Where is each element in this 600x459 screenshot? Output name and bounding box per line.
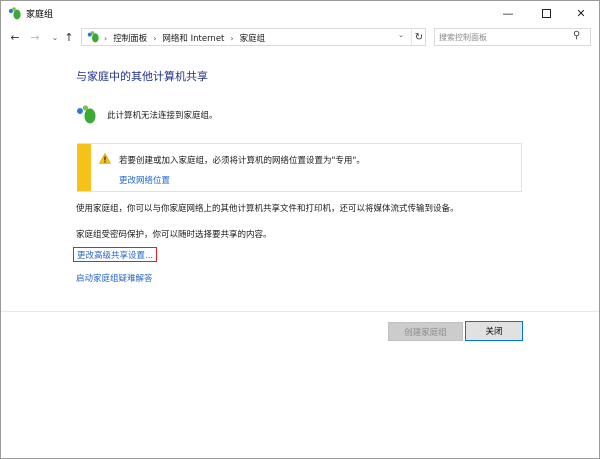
create-homegroup-button[interactable]: 创建家庭组 <box>388 322 463 341</box>
password-note: 家庭组受密码保护，你可以随时选择要共享的内容。 <box>76 230 272 240</box>
navigation-bar: ← → ⌄ ↑ › 控制面板 › 网络和 Internet › 家庭组 ⌄ ↻ … <box>1 25 599 49</box>
homegroup-icon <box>8 7 21 20</box>
warning-icon <box>99 153 111 164</box>
search-icon[interactable]: ⚲ <box>573 30 580 41</box>
homegroup-troubleshooter-link[interactable]: 启动家庭组疑难解答 <box>76 272 153 284</box>
change-advanced-sharing-link[interactable]: 更改高级共享设置... <box>73 247 158 262</box>
search-input[interactable] <box>439 30 567 44</box>
back-button[interactable]: ← <box>7 29 23 45</box>
close-button[interactable]: 关闭 <box>465 321 523 341</box>
address-bar[interactable]: › 控制面板 › 网络和 Internet › 家庭组 ⌄ ↻ <box>81 28 426 46</box>
breadcrumb-control-panel[interactable]: 控制面板 <box>113 32 147 44</box>
homegroup-icon <box>87 31 99 43</box>
description-text: 使用家庭组，你可以与你家庭网络上的其他计算机共享文件和打印机，还可以将媒体流式传… <box>76 204 459 214</box>
warning-panel: 若要创建或加入家庭组，必须将计算机的网络位置设置为"专用"。 更改网络位置 <box>77 143 522 192</box>
forward-button[interactable]: → <box>27 29 43 45</box>
maximize-icon <box>541 8 551 18</box>
breadcrumb: › 控制面板 › 网络和 Internet › 家庭组 <box>104 32 266 45</box>
search-box[interactable]: ⚲ <box>434 28 591 46</box>
up-button[interactable]: ↑ <box>61 29 77 45</box>
breadcrumb-separator[interactable]: › <box>153 34 156 43</box>
warning-text: 若要创建或加入家庭组，必须将计算机的网络位置设置为"专用"。 <box>119 156 365 166</box>
maximize-button[interactable] <box>527 1 565 25</box>
window-title: 家庭组 <box>26 10 54 20</box>
title-bar: 家庭组 — ✕ <box>1 1 599 25</box>
homegroup-window: 家庭组 — ✕ ← → ⌄ ↑ › 控制面板 › 网络和 Internet › … <box>0 0 600 459</box>
change-network-location-link[interactable]: 更改网络位置 <box>119 174 170 186</box>
breadcrumb-separator[interactable]: › <box>230 34 233 43</box>
address-dropdown-button[interactable]: ⌄ <box>398 31 404 39</box>
main-content: 与家庭中的其他计算机共享 此计算机无法连接到家庭组。 若要创建或加入家庭组，必须… <box>1 49 599 458</box>
homegroup-icon <box>77 105 96 124</box>
divider <box>1 311 599 312</box>
minimize-button[interactable]: — <box>489 1 527 25</box>
close-window-button[interactable]: ✕ <box>562 1 599 25</box>
refresh-button[interactable]: ↻ <box>411 29 426 45</box>
page-title: 与家庭中的其他计算机共享 <box>76 70 208 83</box>
breadcrumb-homegroup[interactable]: 家庭组 <box>240 32 266 44</box>
warning-stripe <box>77 144 91 191</box>
status-text: 此计算机无法连接到家庭组。 <box>107 111 218 121</box>
breadcrumb-network-internet[interactable]: 网络和 Internet <box>162 32 224 44</box>
breadcrumb-separator: › <box>104 33 108 43</box>
